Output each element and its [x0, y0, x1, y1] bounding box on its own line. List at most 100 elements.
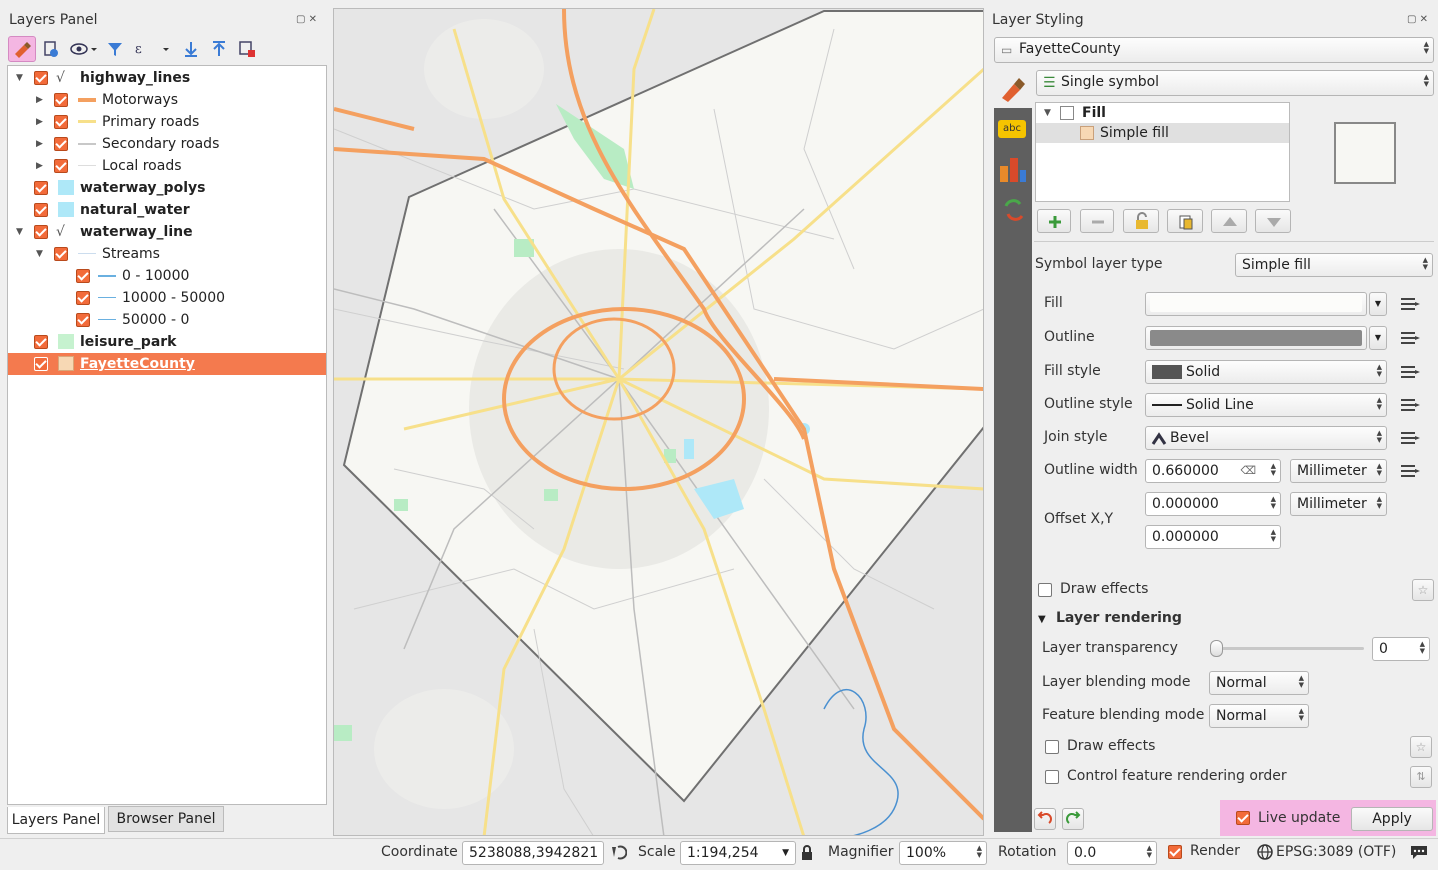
apply-button[interactable]: Apply — [1351, 807, 1433, 831]
data-defined-icon[interactable] — [1399, 428, 1420, 448]
layer-rendering-header[interactable]: Layer rendering — [1056, 610, 1182, 626]
transparency-slider-track[interactable] — [1214, 647, 1364, 650]
move-down-button[interactable] — [1255, 209, 1291, 233]
tree-row-highway-lines[interactable]: ▼ √ highway_lines — [8, 67, 326, 89]
labels-tab-icon[interactable]: abc — [998, 120, 1026, 138]
magnifier-input[interactable]: 100% ▲ ▼ — [899, 841, 987, 865]
layer-select[interactable]: ▭ FayetteCounty ▲ ▼ — [994, 37, 1434, 63]
tab-browser-panel[interactable]: Browser Panel — [108, 806, 224, 832]
coordinate-input[interactable]: 5238088,3942821 — [462, 841, 604, 865]
feature-blending-select[interactable]: Normal ▲ ▼ — [1209, 704, 1309, 728]
globe-icon[interactable] — [1257, 844, 1273, 864]
diagram-tab-icon[interactable] — [998, 154, 1028, 188]
data-defined-icon[interactable] — [1399, 461, 1420, 481]
park-swatch — [58, 334, 74, 349]
map-canvas[interactable] — [333, 8, 984, 836]
tree-row-streams[interactable]: ▼ Streams — [8, 243, 326, 265]
fill-color-dropdown[interactable]: ▼ — [1369, 292, 1387, 316]
visibility-icon[interactable] — [70, 40, 100, 62]
filter-expression-icon[interactable]: ε — [133, 40, 173, 62]
order-settings-icon[interactable]: ⇅ — [1410, 766, 1432, 788]
divider — [1034, 241, 1434, 242]
rotation-input[interactable]: 0.0 ▲ ▼ — [1067, 841, 1157, 865]
add-group-icon[interactable] — [42, 40, 60, 62]
expand-all-icon[interactable] — [182, 40, 200, 62]
fill-color-button[interactable] — [1145, 292, 1367, 316]
fill-style-label: Fill style — [1044, 363, 1101, 379]
layer-blending-select[interactable]: Normal ▲ ▼ — [1209, 671, 1309, 695]
layer-checkbox[interactable] — [34, 71, 48, 85]
offset-y-input[interactable]: 0.000000 ▲ ▼ — [1145, 525, 1281, 549]
tree-row-secondary-roads[interactable]: ▶ Secondary roads — [8, 133, 326, 155]
duplicate-symbol-layer-button[interactable] — [1167, 209, 1203, 233]
outline-color-dropdown[interactable]: ▼ — [1369, 326, 1387, 350]
collapse-arrow-icon[interactable]: ▼ — [1038, 614, 1046, 625]
remove-symbol-layer-button[interactable] — [1080, 209, 1114, 233]
tree-row-waterway-polys[interactable]: waterway_polys — [8, 177, 326, 199]
move-up-button[interactable] — [1211, 209, 1247, 233]
offset-unit-select[interactable]: Millimeter ▲ ▼ — [1290, 492, 1387, 516]
symbology-tab-icon[interactable] — [994, 70, 1032, 108]
solid-fill-icon — [1152, 365, 1182, 379]
tree-row-waterway-line[interactable]: ▼ √ waterway_line — [8, 221, 326, 243]
scale-select[interactable]: 1:194,254 ▼ — [680, 841, 796, 865]
data-defined-icon[interactable] — [1399, 328, 1420, 348]
offset-x-input[interactable]: 0.000000 ▲ ▼ — [1145, 492, 1281, 516]
tree-row-motorways[interactable]: ▶ Motorways — [8, 89, 326, 111]
remove-layer-icon[interactable] — [238, 40, 256, 62]
symbol-layer-type-select[interactable]: Simple fill ▲ ▼ — [1235, 253, 1433, 277]
tree-row-stream-class-2[interactable]: 10000 - 50000 — [8, 287, 326, 309]
outline-width-input[interactable]: 0.660000 ⌫ ▲ ▼ — [1145, 459, 1281, 483]
tree-row-primary-roads[interactable]: ▶ Primary roads — [8, 111, 326, 133]
crs-label[interactable]: EPSG:3089 (OTF) — [1276, 844, 1396, 860]
redo-icon[interactable] — [1062, 808, 1084, 830]
tree-row-stream-class-1[interactable]: 0 - 10000 — [8, 265, 326, 287]
dock-float-close-icons[interactable]: ▢ ✕ — [296, 14, 317, 25]
symbol-tree-fill[interactable]: ▼ Fill — [1036, 103, 1289, 123]
tree-row-local-roads[interactable]: ▶ Local roads — [8, 155, 326, 177]
live-update-checkbox[interactable] — [1236, 811, 1250, 825]
outline-style-select[interactable]: Solid Line ▲ ▼ — [1145, 393, 1387, 417]
dock-float-close-icons[interactable]: ▢ ✕ — [1407, 14, 1428, 25]
control-order-checkbox[interactable] — [1045, 770, 1059, 784]
fill-style-select[interactable]: Solid ▲ ▼ — [1145, 360, 1387, 384]
render-checkbox[interactable] — [1168, 845, 1182, 859]
effects-settings-icon[interactable]: ☆ — [1412, 579, 1434, 601]
data-defined-icon[interactable] — [1399, 395, 1420, 415]
style-manager-icon[interactable] — [8, 36, 36, 62]
lock-symbol-layer-button[interactable] — [1123, 209, 1159, 233]
layer-blending-label: Layer blending mode — [1042, 674, 1191, 690]
toggle-extents-icon[interactable] — [609, 843, 628, 865]
draw-effects-label: Draw effects — [1060, 581, 1149, 597]
tab-layers-panel[interactable]: Layers Panel — [7, 807, 105, 834]
draw-effects-layer-checkbox[interactable] — [1045, 740, 1059, 754]
history-tab-icon[interactable] — [1000, 196, 1028, 228]
data-defined-icon[interactable] — [1399, 362, 1420, 382]
lock-scale-icon[interactable] — [800, 844, 814, 866]
messages-icon[interactable] — [1409, 843, 1429, 865]
draw-effects-checkbox[interactable] — [1038, 583, 1052, 597]
feature-blending-label: Feature blending mode — [1042, 707, 1205, 723]
symbol-tree-simple-fill[interactable]: Simple fill — [1036, 123, 1289, 143]
tree-row-natural-water[interactable]: natural_water — [8, 199, 326, 221]
clear-icon[interactable]: ⌫ — [1240, 460, 1256, 482]
join-style-select[interactable]: Bevel ▲ ▼ — [1145, 426, 1387, 450]
tree-row-leisure-park[interactable]: leisure_park — [8, 331, 326, 353]
tree-row-stream-class-3[interactable]: 50000 - 0 — [8, 309, 326, 331]
add-symbol-layer-button[interactable] — [1037, 209, 1071, 233]
map-render — [334, 9, 983, 835]
outline-color-button[interactable] — [1145, 326, 1367, 350]
data-defined-icon[interactable] — [1399, 294, 1420, 314]
transparency-input[interactable]: 0 ▲ ▼ — [1372, 637, 1430, 661]
transparency-slider-handle[interactable] — [1210, 640, 1223, 657]
outline-color-swatch — [1150, 330, 1362, 346]
collapse-all-icon[interactable] — [210, 40, 228, 62]
outline-width-unit-select[interactable]: Millimeter ▲ ▼ — [1290, 459, 1387, 483]
renderer-select[interactable]: ☰ Single symbol ▲ ▼ — [1036, 70, 1434, 96]
tree-row-fayettecounty[interactable]: FayetteCounty — [8, 353, 326, 375]
effects-settings-icon[interactable]: ☆ — [1410, 736, 1432, 758]
filter-icon[interactable] — [106, 40, 124, 62]
layer-transparency-label: Layer transparency — [1042, 640, 1178, 656]
undo-icon[interactable] — [1034, 808, 1056, 830]
outline-label: Outline — [1044, 329, 1095, 345]
